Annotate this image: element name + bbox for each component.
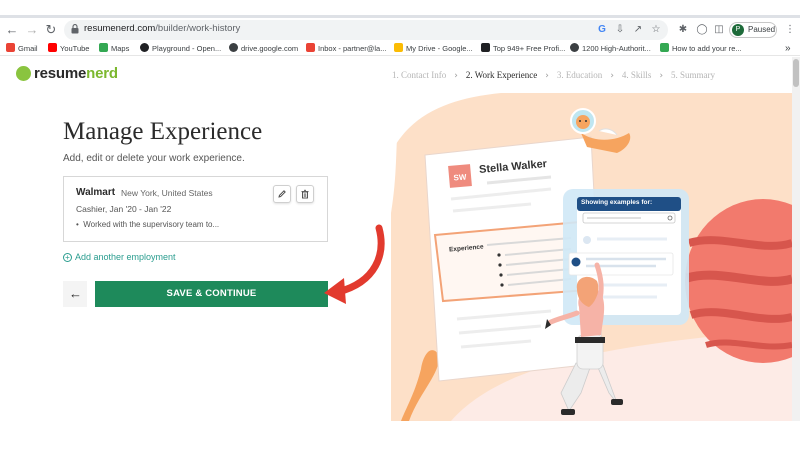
bookmark-label: YouTube (60, 44, 90, 53)
bookmark-top-949[interactable]: Top 949+ Free Profi... (481, 43, 565, 55)
menu-kebab-icon[interactable]: ⋮ (784, 24, 796, 36)
globe-icon (570, 43, 579, 52)
experience-card[interactable]: Walmart New York, United States Cashier,… (63, 176, 328, 242)
site-header: resumenerd 1. Contact Info › 2. Work Exper… (0, 57, 800, 93)
chevron-right-icon: › (454, 71, 458, 81)
progress-steps: 1. Contact Info › 2. Work Experience › 3. Ed… (392, 70, 715, 81)
drive-icon (394, 43, 403, 52)
experience-location: New York, United States (121, 188, 213, 198)
bookmark-my-drive[interactable]: My Drive - Google... (394, 43, 473, 55)
examples-panel-title: Showing examples for: (581, 199, 653, 206)
gmail-icon (6, 43, 15, 52)
experience-bullet: • Worked with the supervisory team to... (76, 220, 220, 229)
step-education[interactable]: 3. Education (557, 70, 603, 80)
bookmark-label: Maps (111, 44, 130, 53)
page-scrollbar[interactable] (792, 57, 800, 421)
bookmark-label: Inbox - partner@la... (318, 44, 387, 53)
bookmark-drive[interactable]: drive.google.com (229, 43, 298, 55)
page-title: Manage Experience (63, 118, 263, 145)
bookmark-how-to-add[interactable]: How to add your re... (660, 43, 742, 55)
scrollbar-thumb[interactable] (793, 59, 799, 87)
step-work-experience[interactable]: 2. Work Experience (466, 70, 537, 80)
browser-toolbar: ← → ↻ resumenerd.com/builder/work-histor… (0, 18, 800, 42)
bookmark-playground[interactable]: Playground - Open... (140, 43, 221, 55)
profile-status: Paused (748, 25, 776, 34)
plus-circle-icon: + (63, 253, 72, 262)
resume-initials: SW (453, 172, 467, 183)
bookmark-label: drive.google.com (241, 44, 299, 53)
page-subtitle: Add, edit or delete your work experience… (63, 153, 245, 164)
bookmark-label: Gmail (18, 44, 38, 53)
bolt-icon (660, 43, 669, 52)
save-continue-button[interactable]: SAVE & CONTINUE (95, 281, 328, 307)
site-icon (481, 43, 490, 52)
url-host: resumenerd.com (84, 23, 156, 34)
bookmarks-overflow-button[interactable]: » (785, 43, 791, 55)
reload-icon[interactable]: ↻ (43, 22, 59, 38)
avatar: P (732, 24, 744, 36)
delete-button[interactable] (296, 185, 314, 203)
bookmark-inbox[interactable]: Inbox - partner@la... (306, 43, 386, 55)
bookmarks-bar: Gmail YouTube Maps Playground - Open... … (0, 42, 800, 56)
bookmark-label: Top 949+ Free Profi... (493, 44, 566, 53)
bookmark-gmail[interactable]: Gmail (6, 43, 38, 55)
forward-arrow-icon[interactable]: → (24, 22, 40, 38)
bookmark-label: Playground - Open... (152, 44, 222, 53)
extension-icon[interactable]: ◯ (696, 24, 708, 36)
bookmark-label: My Drive - Google... (406, 44, 473, 53)
share-icon[interactable]: ↗ (632, 24, 644, 36)
side-panel-icon[interactable]: ◫ (713, 24, 725, 36)
logo-text-nerd: nerd (86, 65, 118, 82)
openai-icon (140, 43, 149, 52)
install-app-icon[interactable]: ⇩ (614, 24, 626, 36)
step-skills[interactable]: 4. Skills (622, 70, 652, 80)
step-summary[interactable]: 5. Summary (671, 70, 715, 80)
step-contact-info[interactable]: 1. Contact Info (392, 70, 446, 80)
nerd-logo-icon (16, 66, 31, 81)
profile-button[interactable]: P Paused (729, 22, 777, 38)
chevron-right-icon: › (659, 71, 664, 81)
back-arrow-icon[interactable]: ← (4, 22, 20, 38)
experience-bullet-text: Worked with the supervisory team to... (83, 220, 220, 229)
trash-icon (301, 189, 309, 199)
add-employment-link[interactable]: + Add another employment (63, 252, 176, 262)
pencil-icon (278, 190, 286, 198)
maps-icon (99, 43, 108, 52)
chevron-right-icon: › (610, 71, 614, 81)
bookmark-youtube[interactable]: YouTube (48, 43, 89, 55)
chevron-right-icon: › (545, 71, 549, 81)
browser-tab-strip (0, 0, 800, 18)
extensions-icon[interactable]: ✱ (677, 24, 689, 36)
lock-icon (71, 24, 79, 34)
page-bottom (0, 421, 800, 449)
back-button[interactable]: ← (63, 281, 87, 307)
globe-icon (229, 43, 238, 52)
arrow-left-icon: ← (69, 286, 82, 301)
youtube-icon (48, 43, 57, 52)
bookmark-star-icon[interactable]: ☆ (650, 24, 662, 36)
gmail-icon (306, 43, 315, 52)
bookmark-maps[interactable]: Maps (99, 43, 129, 55)
add-employment-label: Add another employment (75, 252, 176, 262)
bookmark-label: How to add your re... (672, 44, 742, 53)
url-path: /builder/work-history (155, 23, 241, 34)
edit-button[interactable] (273, 185, 291, 203)
hero-illustration: SW Stella Walker Experience Showing exam… (391, 93, 792, 421)
bookmark-label: 1200 High-Authorit... (582, 44, 651, 53)
bookmark-1200-high[interactable]: 1200 High-Authorit... (570, 43, 651, 55)
experience-role-dates: Cashier, Jan '20 - Jan '22 (76, 204, 172, 214)
google-icon[interactable]: G (596, 24, 608, 36)
logo-text-resume: resume (34, 65, 87, 82)
address-bar[interactable]: resumenerd.com/builder/work-history G ⇩ … (64, 20, 668, 40)
red-arrow-annotation (324, 224, 385, 304)
experience-company: Walmart (76, 187, 116, 198)
